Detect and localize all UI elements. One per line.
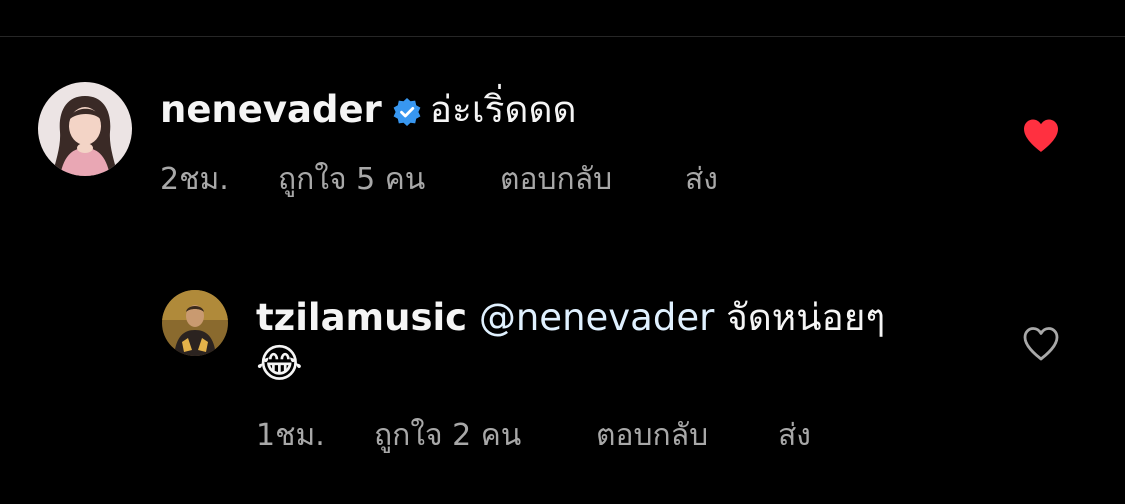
comment-line: nenevader อ่ะเริ่ดดด bbox=[160, 88, 577, 137]
comment-meta: 2ชม. ถูกใจ 5 คน ตอบกลับ ส่ง bbox=[160, 162, 718, 198]
mention-link[interactable]: @nenevader bbox=[479, 296, 714, 339]
username-nenevader[interactable]: nenevader bbox=[160, 88, 382, 131]
reply-button[interactable]: ตอบกลับ bbox=[596, 418, 778, 454]
send-button[interactable]: ส่ง bbox=[778, 418, 811, 454]
reply-button[interactable]: ตอบกลับ bbox=[500, 162, 685, 198]
heart-outline-icon[interactable] bbox=[1022, 326, 1060, 362]
comment-emoji: 😂 bbox=[256, 341, 303, 387]
comment-line: tzilamusic @nenevader จัดหน่อยๆ bbox=[256, 296, 885, 340]
heart-filled-icon[interactable] bbox=[1022, 118, 1060, 154]
verified-badge-icon bbox=[392, 93, 422, 137]
comment-text: จัดหน่อยๆ bbox=[726, 296, 886, 339]
avatar-tzilamusic[interactable] bbox=[162, 290, 228, 356]
avatar-nenevader[interactable] bbox=[38, 82, 132, 176]
likes-count-link[interactable]: ถูกใจ 2 คน bbox=[374, 418, 596, 454]
top-divider bbox=[0, 36, 1125, 37]
likes-count-link[interactable]: ถูกใจ 5 คน bbox=[278, 162, 500, 198]
username-tzilamusic[interactable]: tzilamusic bbox=[256, 296, 467, 339]
send-button[interactable]: ส่ง bbox=[685, 162, 718, 198]
comment-meta: 1ชม. ถูกใจ 2 คน ตอบกลับ ส่ง bbox=[256, 418, 811, 454]
comment-time: 2ชม. bbox=[160, 162, 229, 197]
comment-text: อ่ะเริ่ดดด bbox=[429, 88, 577, 131]
comment-time: 1ชม. bbox=[256, 418, 325, 453]
